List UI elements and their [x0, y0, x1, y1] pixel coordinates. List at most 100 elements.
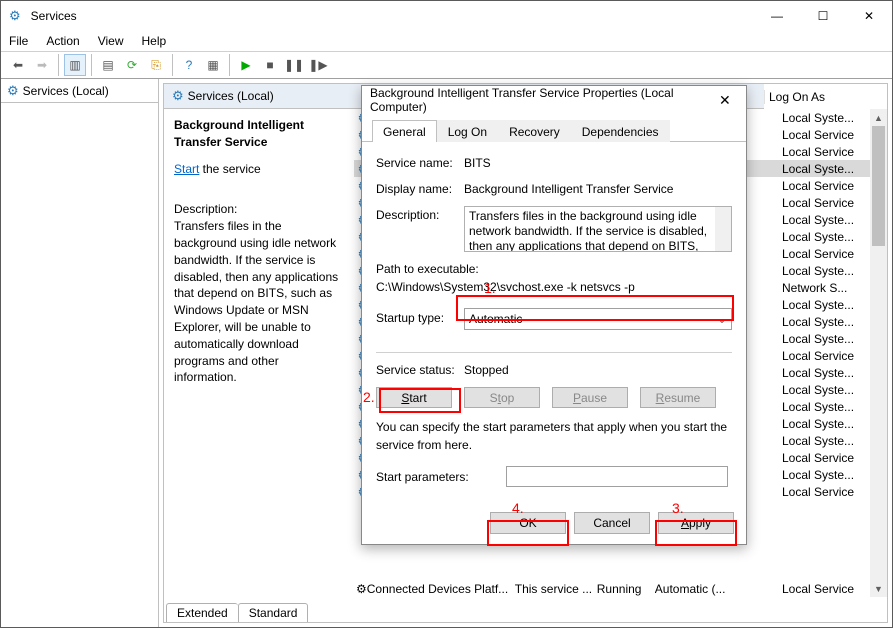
start-suffix: the service — [199, 162, 260, 176]
minimize-button[interactable]: — — [754, 1, 800, 31]
pause-service-button[interactable]: ❚❚ — [283, 54, 305, 76]
bottom-row-desc: This service ... — [515, 582, 597, 596]
bottom-row-startup: Automatic (... — [655, 582, 735, 596]
restart-service-button[interactable]: ❚▶ — [307, 54, 329, 76]
forward-button[interactable]: ➡ — [31, 54, 53, 76]
stop-service-button[interactable]: ■ — [259, 54, 281, 76]
start-service-button[interactable]: ▶ — [235, 54, 257, 76]
label-service-name: Service name: — [376, 154, 464, 172]
ok-button[interactable]: OK — [490, 512, 566, 534]
tab-extended[interactable]: Extended — [166, 603, 238, 622]
start-button[interactable]: Start — [376, 387, 452, 408]
stop-button[interactable]: Stop — [464, 387, 540, 408]
start-params-hint: You can specify the start parameters tha… — [376, 418, 732, 454]
maximize-button[interactable]: ☐ — [800, 1, 846, 31]
tab-recovery[interactable]: Recovery — [498, 120, 571, 142]
resume-button[interactable]: Resume — [640, 387, 716, 408]
cell-logon: Local Service — [782, 196, 869, 210]
cancel-button[interactable]: Cancel — [574, 512, 650, 534]
bottom-row-logon: Local Service — [782, 582, 869, 596]
annotation-num-3: 3. — [672, 500, 684, 516]
value-path: C:\Windows\System32\svchost.exe -k netsv… — [376, 278, 732, 296]
cell-logon: Local Syste... — [782, 162, 869, 176]
value-service-status: Stopped — [464, 361, 732, 379]
menu-file[interactable]: File — [9, 34, 28, 48]
tab-dependencies[interactable]: Dependencies — [571, 120, 670, 142]
label-startup-type: Startup type: — [376, 309, 464, 327]
right-pane-title: Services (Local) — [188, 89, 274, 103]
cell-logon: Local Syste... — [782, 400, 869, 414]
scroll-thumb[interactable] — [872, 126, 885, 246]
properties-button[interactable]: ▤ — [97, 54, 119, 76]
annotation-num-4: 4. — [512, 500, 524, 516]
show-hide-button[interactable]: ▥ — [64, 54, 86, 76]
menu-help[interactable]: Help — [142, 34, 167, 48]
bottom-row-status: Running — [597, 582, 655, 596]
tree-node-services-local[interactable]: ⚙ Services (Local) — [1, 79, 158, 103]
window-title: Services — [31, 9, 77, 23]
services-icon: ⚙ — [9, 8, 21, 24]
annotation-num-1: 1. — [484, 280, 496, 296]
label-path: Path to executable: — [376, 260, 732, 278]
cell-logon: Local Syste... — [782, 383, 869, 397]
export-button[interactable]: ⎘ — [145, 54, 167, 76]
cell-logon: Local Service — [782, 485, 869, 499]
tree-node-label: Services (Local) — [23, 84, 109, 98]
cell-logon: Local Syste... — [782, 298, 869, 312]
scroll-down-button[interactable]: ▼ — [870, 580, 887, 597]
cell-logon: Local Syste... — [782, 332, 869, 346]
cell-logon: Local Syste... — [782, 213, 869, 227]
start-parameters-input[interactable] — [506, 466, 728, 487]
label-display-name: Display name: — [376, 180, 464, 198]
start-service-link[interactable]: Start — [174, 162, 199, 176]
apply-button[interactable]: Apply — [658, 512, 734, 534]
bottom-row-name[interactable]: Connected Devices Platf... — [367, 582, 515, 596]
scroll-up-button[interactable]: ▲ — [870, 109, 887, 126]
tab-general[interactable]: General — [372, 120, 437, 142]
dialog-close-button[interactable]: ✕ — [712, 92, 738, 109]
cell-logon: Local Syste... — [782, 264, 869, 278]
column-header-logon[interactable]: Log On As — [764, 90, 869, 104]
service-detail-panel: Background Intelligent Transfer Service … — [164, 109, 354, 597]
cell-logon: Local Syste... — [782, 366, 869, 380]
description-textbox[interactable]: Transfers files in the background using … — [464, 206, 732, 252]
annotation-num-2: 2. — [363, 389, 375, 405]
refresh-button[interactable]: ⟳ — [121, 54, 143, 76]
tab-logon[interactable]: Log On — [437, 120, 498, 142]
cell-logon: Local Syste... — [782, 417, 869, 431]
startup-type-value: Automatic — [469, 310, 522, 328]
cell-logon: Local Service — [782, 179, 869, 193]
menu-action[interactable]: Action — [46, 34, 79, 48]
left-tree-pane: ⚙ Services (Local) — [1, 79, 159, 627]
cell-logon: Local Service — [782, 128, 869, 142]
cell-logon: Network S... — [782, 281, 869, 295]
select-columns-button[interactable]: ▦ — [202, 54, 224, 76]
close-button[interactable]: ✕ — [846, 1, 892, 31]
titlebar: ⚙ Services — ☐ ✕ — [1, 1, 892, 31]
chevron-down-icon: ⌄ — [717, 310, 727, 328]
gear-icon: ⚙ — [172, 88, 184, 104]
gear-icon: ⚙ — [356, 582, 367, 596]
tab-standard[interactable]: Standard — [238, 603, 309, 622]
detail-service-name: Background Intelligent Transfer Service — [174, 117, 344, 151]
menu-view[interactable]: View — [98, 34, 124, 48]
gear-icon: ⚙ — [7, 83, 19, 99]
cell-logon: Local Service — [782, 451, 869, 465]
cell-logon: Local Syste... — [782, 468, 869, 482]
description-value: Transfers files in the background using … — [469, 209, 707, 252]
cell-logon: Local Syste... — [782, 315, 869, 329]
back-button[interactable]: ⬅ — [7, 54, 29, 76]
cell-logon: Local Service — [782, 145, 869, 159]
description-text: Transfers files in the background using … — [174, 218, 344, 386]
pause-button[interactable]: Pause — [552, 387, 628, 408]
description-label: Description: — [174, 201, 344, 218]
startup-type-select[interactable]: Automatic ⌄ — [464, 308, 732, 330]
value-display-name: Background Intelligent Transfer Service — [464, 180, 732, 198]
desc-scrollbar[interactable] — [715, 207, 731, 251]
help-button[interactable]: ? — [178, 54, 200, 76]
label-start-parameters: Start parameters: — [376, 468, 506, 486]
cell-logon: Local Service — [782, 247, 869, 261]
menubar: File Action View Help — [1, 31, 892, 51]
list-scrollbar[interactable]: ▲ ▼ — [870, 109, 887, 597]
properties-dialog: Background Intelligent Transfer Service … — [361, 85, 747, 545]
